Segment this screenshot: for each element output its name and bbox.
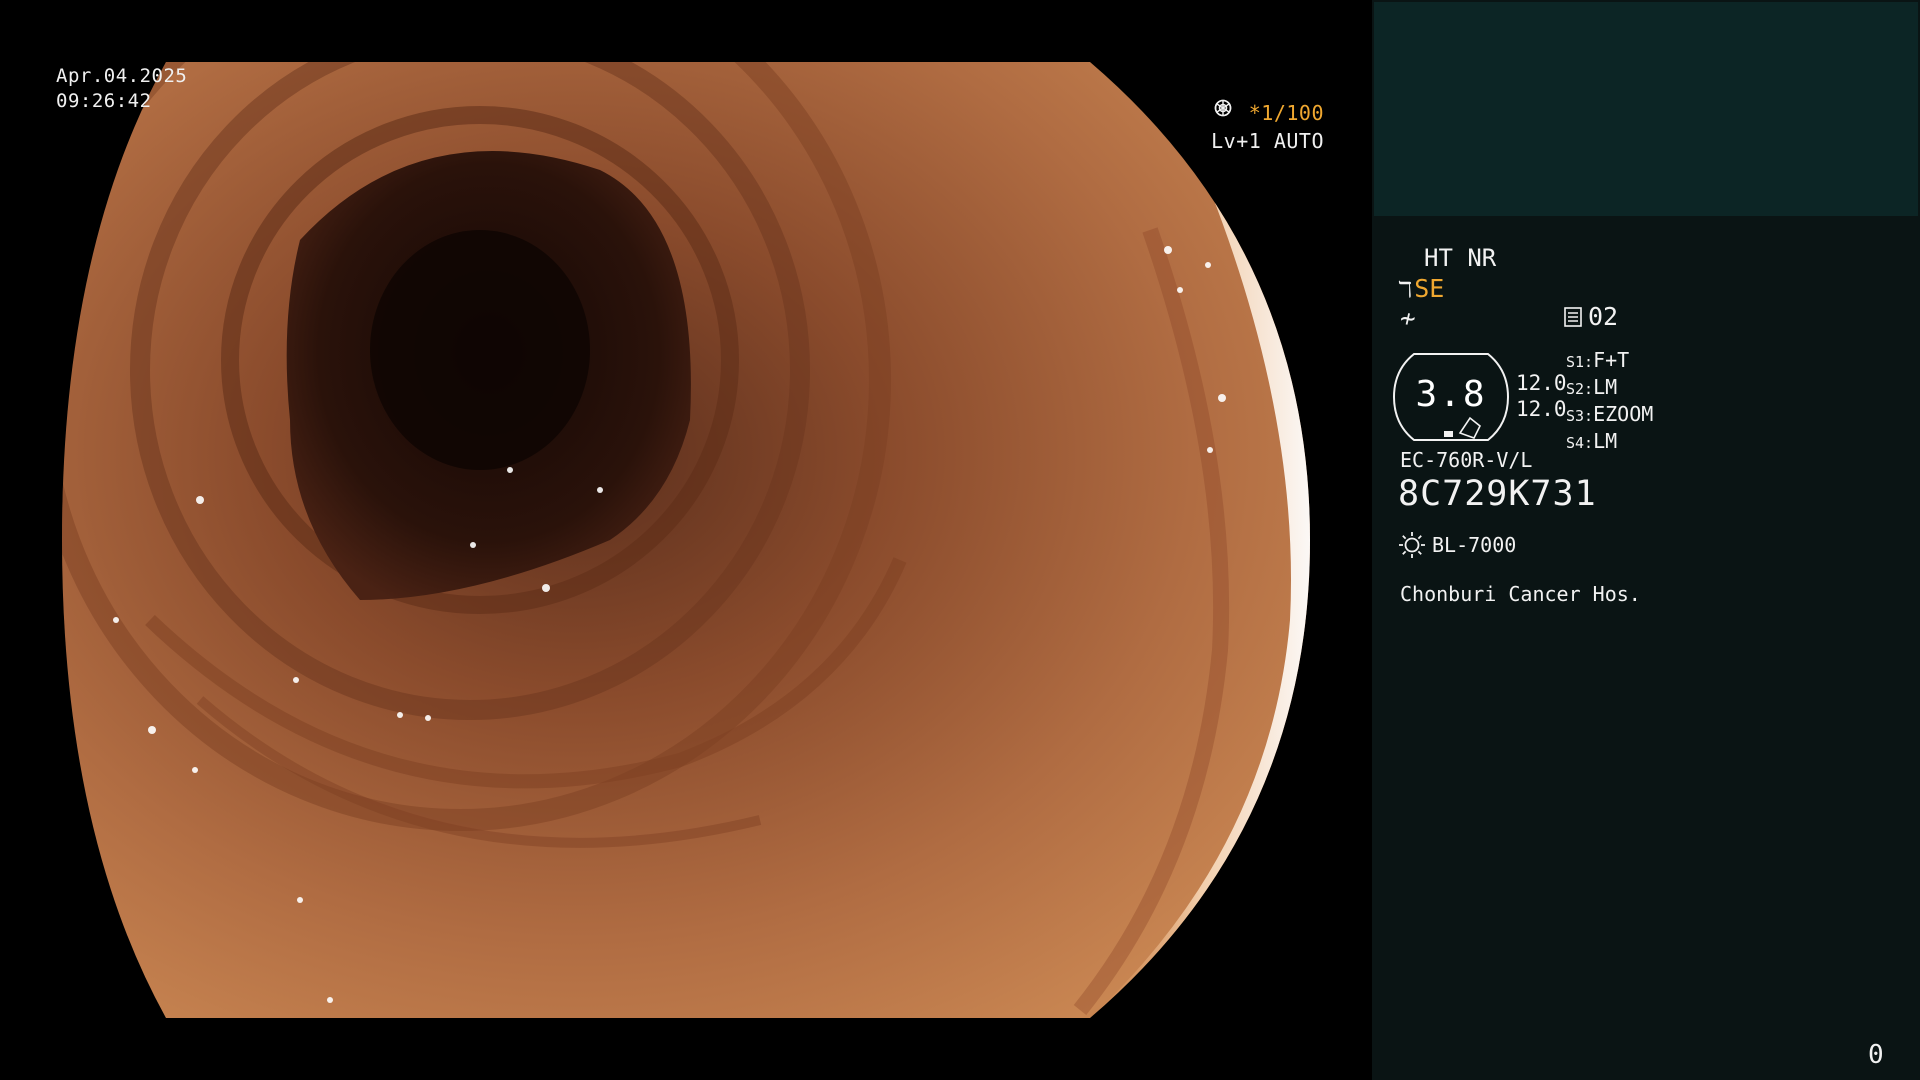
time-text: 09:26:42 [56, 90, 152, 112]
hospital-name: Chonburi Cancer Hos. [1400, 582, 1641, 606]
switch-key: S2: [1566, 380, 1594, 398]
enhancement-mode-icon: ℸ [1398, 278, 1413, 303]
image-processing-label: HT NR [1424, 244, 1497, 272]
timestamp: Apr.04.2025 09:26:42 [56, 64, 187, 114]
zoom-value: 3.8 [1415, 374, 1487, 415]
exposure-readout: *1/100 Lv+1 AUTO [1211, 99, 1324, 155]
memory-value: 02 [1588, 302, 1619, 331]
light-source-text: BL-7000 [1432, 533, 1517, 557]
switch-row: S4:LM [1566, 429, 1653, 456]
switch-value: LM [1593, 375, 1618, 399]
light-source: BL-7000 [1398, 531, 1516, 559]
endoscopy-image: Apr.04.2025 09:26:42 *1/100 Lv+1 AUTO [0, 0, 1372, 1080]
scope-serial: 8C729K731 [1398, 474, 1597, 514]
enhancement-mode-text: SE [1414, 274, 1445, 303]
switch-row: S3:EZOOM [1566, 402, 1653, 429]
shutter-speed-text: *1/100 [1248, 101, 1324, 125]
scope-switch-list: S1:F+T S2:LM S3:EZOOM S4:LM [1566, 348, 1653, 456]
exposure-level-text: Lv+1 AUTO [1211, 129, 1324, 153]
light-source-icon [1399, 532, 1425, 558]
enhancement-mode: ℸSE [1398, 274, 1444, 303]
switch-row: S1:F+T [1566, 348, 1653, 375]
switch-key: S1: [1566, 353, 1594, 371]
iris-icon [1214, 99, 1232, 117]
structure-icon: ≁ [1400, 304, 1416, 334]
switch-key: S3: [1566, 407, 1594, 425]
colon-lumen-image [62, 62, 1310, 1018]
info-panel: HT NR ℸSE ≁ 02 3.8 12.0 12.0 S1:F+T S2:L… [1372, 0, 1920, 1080]
zoom-badge: 3.8 [1392, 350, 1510, 444]
switch-key: S4: [1566, 434, 1594, 452]
zoom-step: 12.0 [1516, 371, 1567, 395]
memory-indicator: 02 [1564, 302, 1618, 331]
switch-value: EZOOM [1593, 402, 1654, 426]
scope-model: EC-760R-V/L [1400, 448, 1533, 472]
switch-value: LM [1593, 429, 1618, 453]
zoom-step: 12.0 [1516, 397, 1567, 421]
zoom-steps: 12.0 12.0 [1516, 370, 1567, 422]
switch-row: S2:LM [1566, 375, 1653, 402]
memory-icon [1564, 307, 1582, 327]
date-text: Apr.04.2025 [56, 65, 188, 87]
info-header-area [1374, 2, 1918, 216]
image-counter: 0 [1868, 1040, 1884, 1070]
exposure-row: Lv+1 AUTO [1211, 99, 1324, 155]
switch-value: F+T [1593, 348, 1630, 372]
